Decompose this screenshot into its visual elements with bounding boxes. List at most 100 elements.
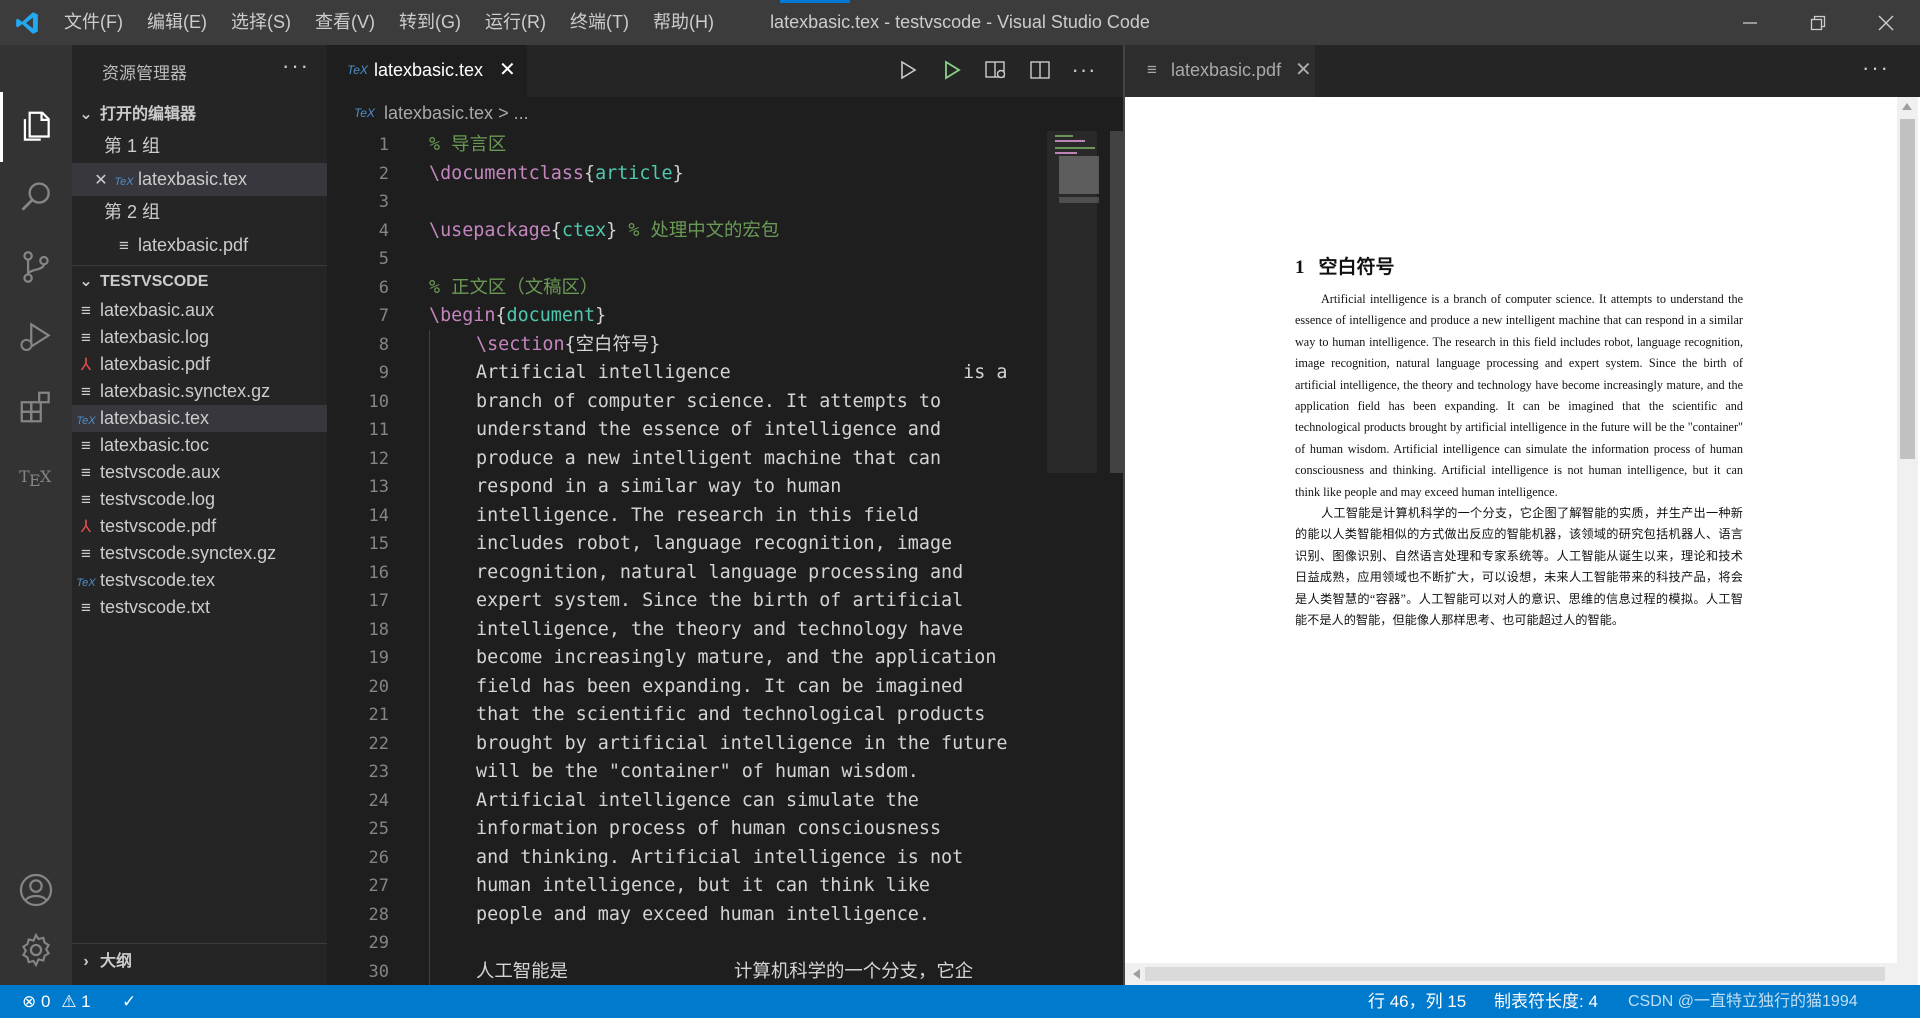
cursor-position[interactable]: 行 46，列 15 (1368, 985, 1466, 1018)
code-line-25: information process of human consciousne… (476, 818, 942, 839)
line-number: 7 (378, 306, 389, 326)
restore-button[interactable] (1784, 0, 1852, 45)
open-editor-latexbasic-pdf[interactable]: ≡ latexbasic.pdf (72, 229, 327, 262)
check-icon[interactable]: ✓ (122, 985, 136, 1018)
code-line-11: understand the essence of intelligence a… (476, 419, 942, 440)
group-2-label[interactable]: 第 2 组 (72, 196, 327, 229)
code-command: \section (476, 333, 565, 355)
file-item[interactable]: TeX latexbasic.tex (72, 405, 327, 432)
run-debug-button[interactable] (0, 302, 72, 372)
file-item[interactable]: ≡ latexbasic.log (72, 324, 327, 351)
menu-go[interactable]: 转到(G) (387, 0, 473, 45)
file-item[interactable]: ≡ testvscode.synctex.gz (72, 540, 327, 567)
run-button[interactable] (895, 55, 921, 85)
code-comment: % 处理中文的宏包 (628, 219, 780, 241)
code-argument: document (506, 305, 596, 326)
pdf-viewer[interactable]: 1 空白符号 Artificial intelligence is a branc… (1125, 97, 1920, 985)
file-item[interactable]: ⅄ latexbasic.pdf (72, 351, 327, 378)
code-editor[interactable]: 1 2 3 4 5 6 7 8 9 10 11 12 13 14 15 16 17 18 19 20 21 22 23 24 2… (327, 131, 1123, 985)
line-number: 12 (368, 448, 389, 469)
tex-button[interactable]: TEX (0, 442, 72, 512)
code-command: \usepackage (429, 219, 551, 241)
tab-size[interactable]: 制表符长度: 4 (1494, 985, 1598, 1018)
problems-indicator[interactable]: ⊗ 0 ⚠ 1 (22, 985, 91, 1018)
pdf-vertical-scrollbar[interactable] (1897, 97, 1918, 985)
code-line-6: % 正文区（文稿区） (429, 274, 598, 303)
menu-terminal[interactable]: 终端(T) (558, 0, 641, 45)
view-pdf-button[interactable] (983, 55, 1009, 85)
close-window-button[interactable] (1852, 0, 1920, 45)
code-line-21: that the scientific and technological pr… (476, 704, 986, 725)
open-editor-name: latexbasic.tex (138, 169, 248, 189)
more-actions-button[interactable]: ··· (1071, 55, 1097, 85)
ellipsis-icon: ··· (1071, 57, 1097, 82)
file-item[interactable]: ≡ testvscode.aux (72, 459, 327, 486)
file-name: testvscode.aux (100, 462, 221, 482)
more-actions-button[interactable]: ··· (1862, 55, 1890, 81)
minimize-button[interactable] (1716, 0, 1784, 45)
build-latex-button[interactable] (939, 55, 965, 85)
file-item[interactable]: ⅄ testvscode.pdf (72, 513, 327, 540)
svg-text:X: X (40, 467, 52, 486)
close-icon[interactable]: ✕ (499, 57, 516, 82)
pdf-file-icon: ⅄ (80, 355, 92, 374)
scroll-left-icon[interactable] (1133, 969, 1140, 979)
menu-help[interactable]: 帮助(H) (641, 0, 726, 45)
menu-edit[interactable]: 编辑(E) (135, 0, 219, 45)
manage-button[interactable] (0, 915, 72, 985)
breadcrumb-file[interactable]: latexbasic.tex > ... (384, 103, 529, 124)
menu-view[interactable]: 查看(V) (303, 0, 387, 45)
menu-selection[interactable]: 选择(S) (219, 0, 303, 45)
file-item[interactable]: ≡ testvscode.txt (72, 594, 327, 621)
split-editor-button[interactable] (1027, 55, 1053, 85)
watermark: CSDN @一直特立独行的猫1994 (1628, 993, 1858, 1010)
extensions-button[interactable] (0, 372, 72, 442)
close-icon[interactable]: ✕ (1295, 57, 1312, 82)
code-line-24: Artificial intelligence can simulate the (476, 789, 919, 811)
file-name: latexbasic.toc (100, 435, 210, 455)
pdf-scroll-thumb[interactable] (1900, 119, 1915, 459)
group-1-label[interactable]: 第 1 组 (72, 130, 327, 163)
line-number: 6 (378, 277, 389, 298)
file-icon: ≡ (81, 382, 91, 401)
close-icon[interactable]: ✕ (88, 164, 114, 197)
pdf-page-content: 1 空白符号 Artificial intelligence is a branc… (1295, 252, 1743, 632)
file-item[interactable]: ≡ testvscode.log (72, 486, 327, 513)
tab-latexbasic-tex[interactable]: TeX latexbasic.tex ✕ (327, 45, 527, 97)
menu-file[interactable]: 文件(F) (52, 0, 135, 45)
menu-run[interactable]: 运行(R) (473, 0, 558, 45)
window-controls (1716, 0, 1920, 45)
open-editors-header[interactable]: ⌄ 打开的编辑器 (72, 99, 327, 131)
editor-scrollbar[interactable] (1110, 131, 1123, 473)
open-editor-latexbasic-tex[interactable]: ✕ TeX latexbasic.tex (72, 163, 327, 196)
gear-icon (21, 932, 51, 968)
status-bar: ⊗ 0 ⚠ 1 ✓ 行 46，列 15 制表符长度: 4 CSDN @一直特立独… (0, 985, 1920, 1018)
tab-latexbasic-pdf[interactable]: ≡ latexbasic.pdf ✕ (1125, 45, 1315, 97)
pdf-horizontal-scrollbar[interactable] (1125, 963, 1900, 985)
tex-file-icon: TeX (76, 415, 96, 427)
explorer-button[interactable] (0, 92, 72, 162)
search-button[interactable] (0, 162, 72, 232)
preview-file-icon: ≡ (119, 236, 129, 255)
file-item[interactable]: ≡ latexbasic.synctex.gz (72, 378, 327, 405)
tex-file-icon: TeX (347, 63, 368, 77)
title-accent (780, 0, 850, 3)
line-number: 25 (368, 819, 389, 839)
tex-icon: TEX (19, 467, 52, 490)
file-icon: ≡ (81, 463, 91, 482)
line-number: 5 (378, 249, 389, 269)
scroll-up-icon[interactable] (1902, 103, 1912, 110)
code-line-12: produce a new intelligent machine that c… (476, 447, 942, 469)
file-item[interactable]: ≡ latexbasic.aux (72, 297, 327, 324)
minimap-slider[interactable] (1047, 131, 1097, 473)
code-line-16: recognition, natural language processing… (476, 561, 964, 583)
sidebar-more-button[interactable]: ··· (282, 53, 310, 79)
code-line-15: includes robot, language recognition, im… (476, 533, 953, 554)
open-editor-name: latexbasic.pdf (138, 235, 249, 255)
source-control-button[interactable] (0, 232, 72, 302)
file-item[interactable]: TeX testvscode.tex (72, 567, 327, 594)
file-item[interactable]: ≡ latexbasic.toc (72, 432, 327, 459)
outline-header[interactable]: › 大纲 (72, 943, 327, 979)
pdf-hscroll-thumb[interactable] (1145, 967, 1885, 981)
workspace-header[interactable]: ⌄ TESTVSCODE (72, 265, 327, 298)
